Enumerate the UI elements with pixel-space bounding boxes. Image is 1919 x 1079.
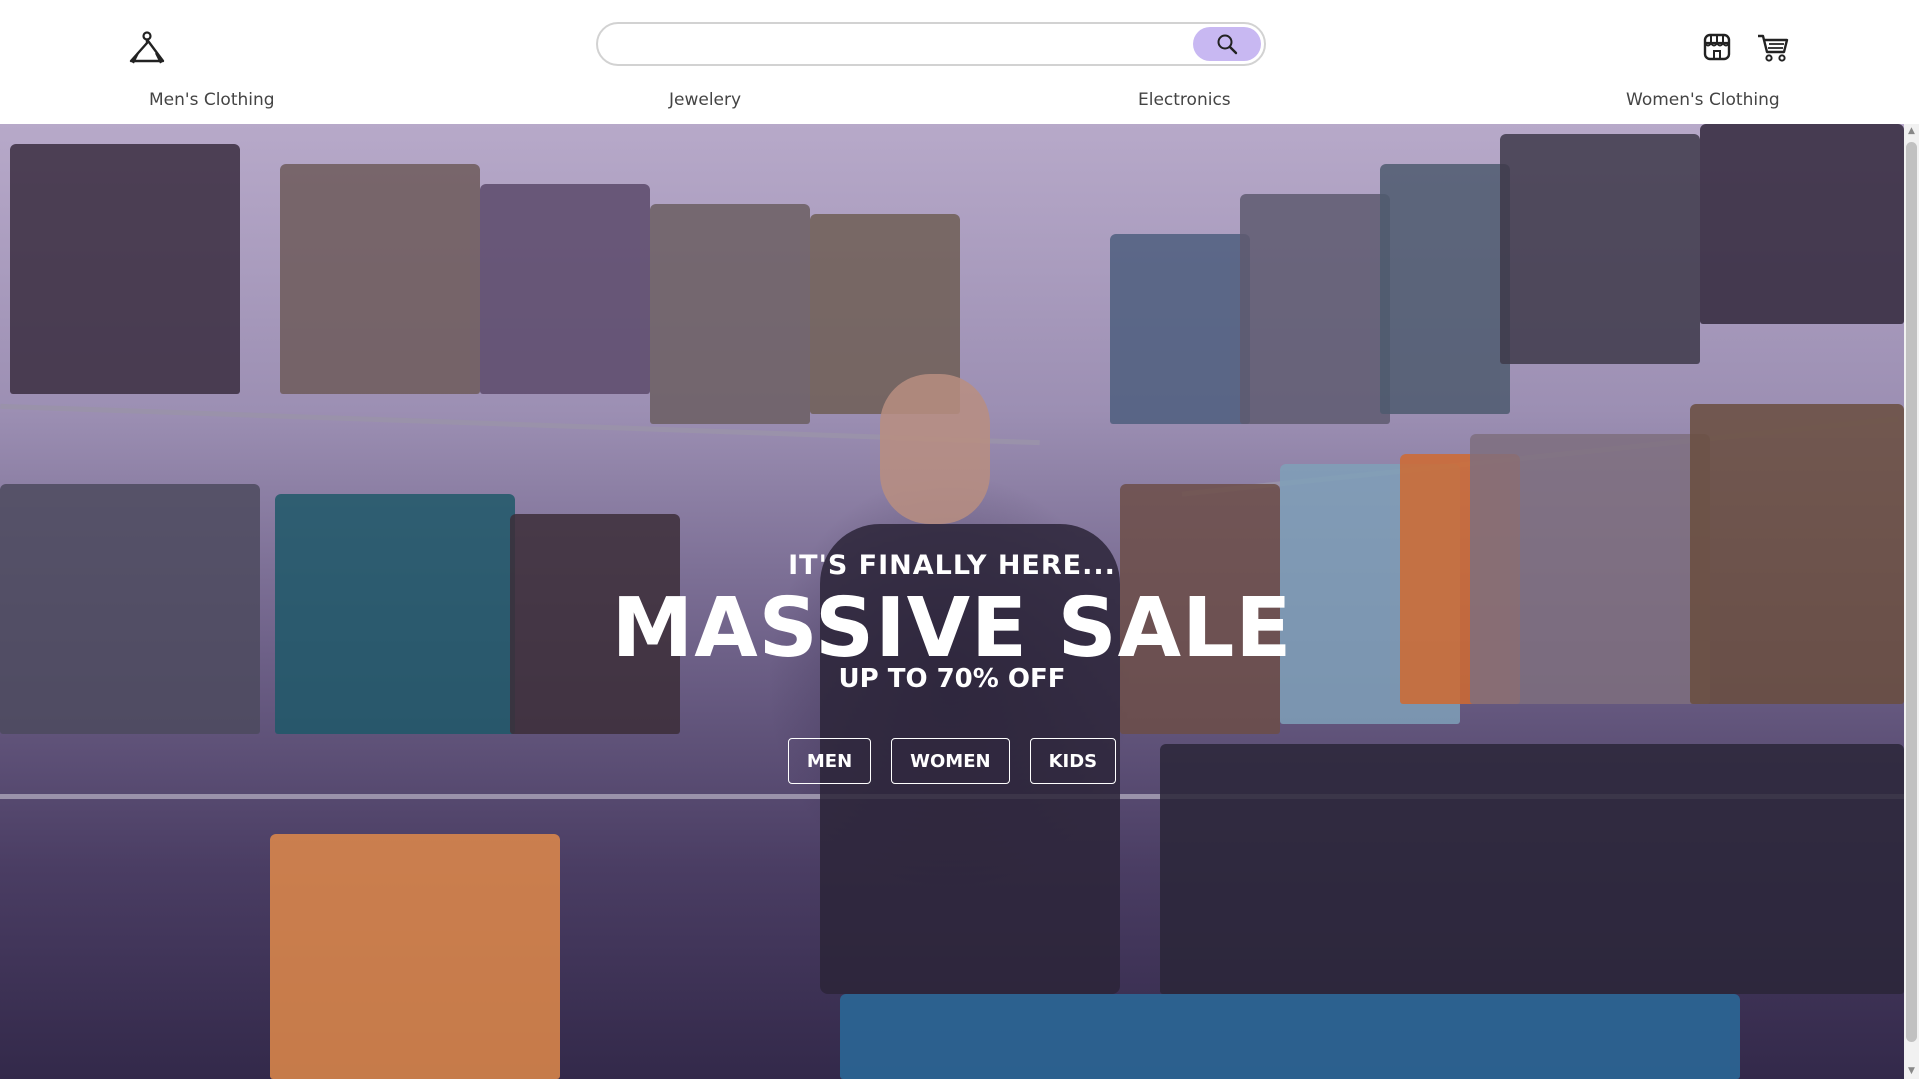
cart-button[interactable] <box>1756 30 1790 64</box>
hanger-icon <box>129 31 165 64</box>
shirt <box>840 994 1740 1079</box>
page-scrollbar[interactable]: ▲ ▼ <box>1904 124 1919 1079</box>
shirt <box>1700 124 1904 324</box>
shop-men-button[interactable]: MEN <box>787 738 872 784</box>
search-input[interactable] <box>612 29 1172 59</box>
shirt <box>650 204 810 424</box>
scrollbar-thumb[interactable] <box>1906 142 1917 1042</box>
scroll-down-arrow-icon[interactable]: ▼ <box>1904 1064 1919 1079</box>
shirt <box>1500 134 1700 364</box>
nav-jewelery[interactable]: Jewelery <box>669 90 741 110</box>
hero-banner: IT'S FINALLY HERE... MASSIVE SALE UP TO … <box>0 124 1904 1079</box>
shirt <box>270 834 560 1079</box>
hero-subtitle: UP TO 70% OFF <box>838 664 1066 694</box>
nav-mens-clothing[interactable]: Men's Clothing <box>149 90 275 110</box>
person-head <box>880 374 990 524</box>
shop-women-button[interactable]: WOMEN <box>891 738 1010 784</box>
logo-link[interactable] <box>128 31 166 67</box>
shirt <box>280 164 480 394</box>
hero-cta-group: MEN WOMEN KIDS <box>0 738 1904 784</box>
store-icon <box>1703 33 1731 61</box>
nav-electronics[interactable]: Electronics <box>1138 90 1231 110</box>
scroll-up-arrow-icon[interactable]: ▲ <box>1904 124 1919 139</box>
cart-icon <box>1758 34 1789 62</box>
shop-kids-button[interactable]: KIDS <box>1029 738 1117 784</box>
shirt <box>1240 194 1390 424</box>
store-button[interactable] <box>1700 30 1734 64</box>
search-icon <box>1217 34 1238 55</box>
site-header: Men's Clothing Jewelery Electronics Wome… <box>0 0 1919 124</box>
shirt <box>480 184 650 394</box>
shirt <box>10 144 240 394</box>
nav-womens-clothing[interactable]: Women's Clothing <box>1626 90 1780 110</box>
shirt <box>1380 164 1510 414</box>
search-bar <box>596 22 1266 66</box>
hero-title: MASSIVE SALE <box>611 581 1293 676</box>
search-button[interactable] <box>1193 27 1261 61</box>
hero-kicker: IT'S FINALLY HERE... <box>788 550 1116 581</box>
shirt <box>1110 234 1250 424</box>
